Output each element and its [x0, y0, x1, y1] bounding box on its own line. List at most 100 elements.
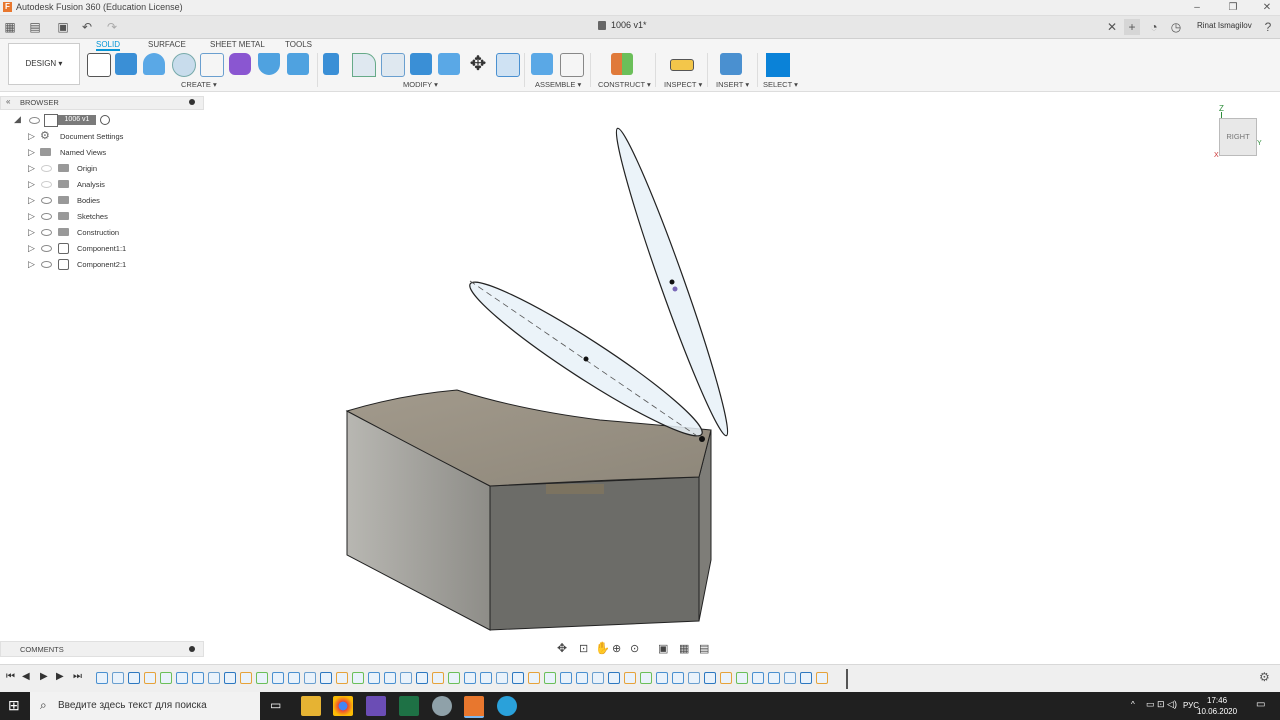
timeline-feature-icon[interactable]	[784, 672, 796, 684]
new-tab-icon[interactable]: +	[1124, 19, 1140, 35]
modify-menu[interactable]: MODIFY ▾	[403, 80, 438, 89]
visibility-eye-icon[interactable]	[41, 197, 52, 204]
fit-icon[interactable]: ⊙	[630, 642, 639, 655]
timeline-play-icon[interactable]: ▶	[40, 671, 48, 682]
timeline-feature-icon[interactable]	[560, 672, 572, 684]
offset-plane-icon[interactable]	[611, 53, 633, 75]
save-icon[interactable]: ▣	[55, 19, 71, 35]
timeline-feature-icon[interactable]	[192, 672, 204, 684]
grid-snaps-icon[interactable]: ▦	[679, 642, 689, 655]
timeline-feature-icon[interactable]	[624, 672, 636, 684]
visibility-eye-icon[interactable]	[29, 117, 40, 124]
chrome-icon[interactable]	[333, 696, 353, 716]
new-component-icon[interactable]	[531, 53, 553, 75]
comments-panel[interactable]: COMMENTS	[0, 641, 204, 657]
expand-icon[interactable]: ▷	[28, 195, 35, 206]
taskbar-search[interactable]: ⌕ Введите здесь текст для поиска	[30, 692, 260, 720]
chamfer-icon[interactable]	[381, 53, 405, 77]
timeline-feature-icon[interactable]	[752, 672, 764, 684]
browser-item-document-settings[interactable]: ▷ ⚙ Document Settings	[0, 128, 202, 144]
start-icon[interactable]: ⊞	[8, 697, 20, 714]
body-front-face[interactable]	[489, 476, 700, 631]
app-icon[interactable]	[366, 696, 386, 716]
browser-root[interactable]: ◢ 1006 v1	[0, 112, 202, 128]
visibility-eye-icon[interactable]	[41, 213, 52, 220]
timeline-feature-icon[interactable]	[400, 672, 412, 684]
root-label[interactable]: 1006 v1	[58, 115, 96, 125]
timeline-feature-icon[interactable]	[144, 672, 156, 684]
tab-surface[interactable]: SURFACE	[148, 40, 186, 49]
close-tab-icon[interactable]: ✕	[1104, 19, 1120, 35]
construct-menu[interactable]: CONSTRUCT ▾	[598, 80, 651, 89]
file-menu-icon[interactable]: ▤	[27, 19, 43, 35]
timeline-feature-icon[interactable]	[816, 672, 828, 684]
explorer-icon[interactable]	[301, 696, 321, 716]
visibility-eye-icon[interactable]	[41, 261, 52, 268]
timeline-feature-icon[interactable]	[160, 672, 172, 684]
measure-icon[interactable]	[670, 59, 694, 71]
restore-icon[interactable]: ❐	[1222, 0, 1244, 15]
timeline-feature-icon[interactable]	[432, 672, 444, 684]
timeline-feature-icon[interactable]	[384, 672, 396, 684]
browser-item-construction[interactable]: ▷ Construction	[0, 224, 202, 240]
tray-up-icon[interactable]: ^	[1131, 700, 1135, 709]
timeline-feature-icon[interactable]	[736, 672, 748, 684]
hole-icon[interactable]	[172, 53, 196, 77]
visibility-eye-icon[interactable]	[41, 181, 52, 188]
timeline-feature-icon[interactable]	[224, 672, 236, 684]
pattern-icon[interactable]	[200, 53, 224, 77]
expand-icon[interactable]: ▷	[28, 211, 35, 222]
vertex-point[interactable]	[699, 436, 705, 442]
ellipse-center-point-1[interactable]	[583, 356, 589, 362]
search-input[interactable]: Введите здесь текст для поиска	[58, 700, 207, 711]
create-box-icon[interactable]	[115, 53, 137, 75]
clock[interactable]: 17:46 10.06.2020	[1197, 695, 1237, 717]
insert-menu[interactable]: INSERT ▾	[716, 80, 749, 89]
canvas-viewport[interactable]	[205, 92, 1275, 637]
insert-image-icon[interactable]	[720, 53, 742, 75]
app-icon[interactable]	[432, 696, 452, 716]
expand-icon[interactable]: ▷	[28, 147, 35, 158]
timeline-feature-icon[interactable]	[544, 672, 556, 684]
timeline-feature-icon[interactable]	[688, 672, 700, 684]
timeline-feature-icon[interactable]	[656, 672, 668, 684]
close-window-icon[interactable]: ✕	[1256, 0, 1278, 15]
timeline-feature-icon[interactable]	[672, 672, 684, 684]
minimize-icon[interactable]: –	[1186, 0, 1208, 15]
excel-icon[interactable]	[399, 696, 419, 716]
redo-icon[interactable]: ↷	[104, 19, 120, 35]
notifications-icon[interactable]: ▭	[1256, 699, 1265, 710]
document-tab[interactable]: 1006 v1*	[611, 20, 647, 30]
timeline-feature-icon[interactable]	[768, 672, 780, 684]
tab-sheet-metal[interactable]: SHEET METAL	[210, 40, 265, 49]
browser-item-sketches[interactable]: ▷ Sketches	[0, 208, 202, 224]
timeline-feature-icon[interactable]	[336, 672, 348, 684]
select-icon[interactable]	[766, 53, 790, 77]
browser-item-component1-1[interactable]: ▷ Component1:1	[0, 240, 202, 256]
create-sketch-icon[interactable]	[87, 53, 111, 77]
expand-icon[interactable]: ▷	[28, 163, 35, 174]
extensions-icon[interactable]: ◔	[1146, 19, 1162, 35]
delete-face-icon[interactable]	[496, 53, 520, 77]
viewports-icon[interactable]: ▤	[699, 642, 709, 655]
timeline-feature-icon[interactable]	[208, 672, 220, 684]
visibility-eye-icon[interactable]	[41, 165, 52, 172]
timeline-feature-icon[interactable]	[176, 672, 188, 684]
timeline-feature-icon[interactable]	[720, 672, 732, 684]
browser-item-bodies[interactable]: ▷ Bodies	[0, 192, 202, 208]
timeline-feature-icon[interactable]	[320, 672, 332, 684]
timeline-feature-icon[interactable]	[288, 672, 300, 684]
viewcube[interactable]: RIGHT	[1219, 118, 1257, 156]
create-menu[interactable]: CREATE ▾	[181, 80, 217, 89]
fillet-icon[interactable]	[352, 53, 376, 77]
timeline-start-icon[interactable]: ⏮	[6, 671, 15, 682]
visibility-eye-icon[interactable]	[41, 229, 52, 236]
timeline-feature-icon[interactable]	[528, 672, 540, 684]
zoom-icon[interactable]: ⊕	[612, 642, 621, 655]
browser-item-component2-1[interactable]: ▷ Component2:1	[0, 256, 202, 272]
browser-options-icon[interactable]	[189, 99, 195, 105]
expand-icon[interactable]: ▷	[28, 227, 35, 238]
timeline-feature-icon[interactable]	[416, 672, 428, 684]
pan-icon[interactable]: ✋	[595, 641, 610, 655]
timeline-marker[interactable]	[846, 669, 848, 689]
